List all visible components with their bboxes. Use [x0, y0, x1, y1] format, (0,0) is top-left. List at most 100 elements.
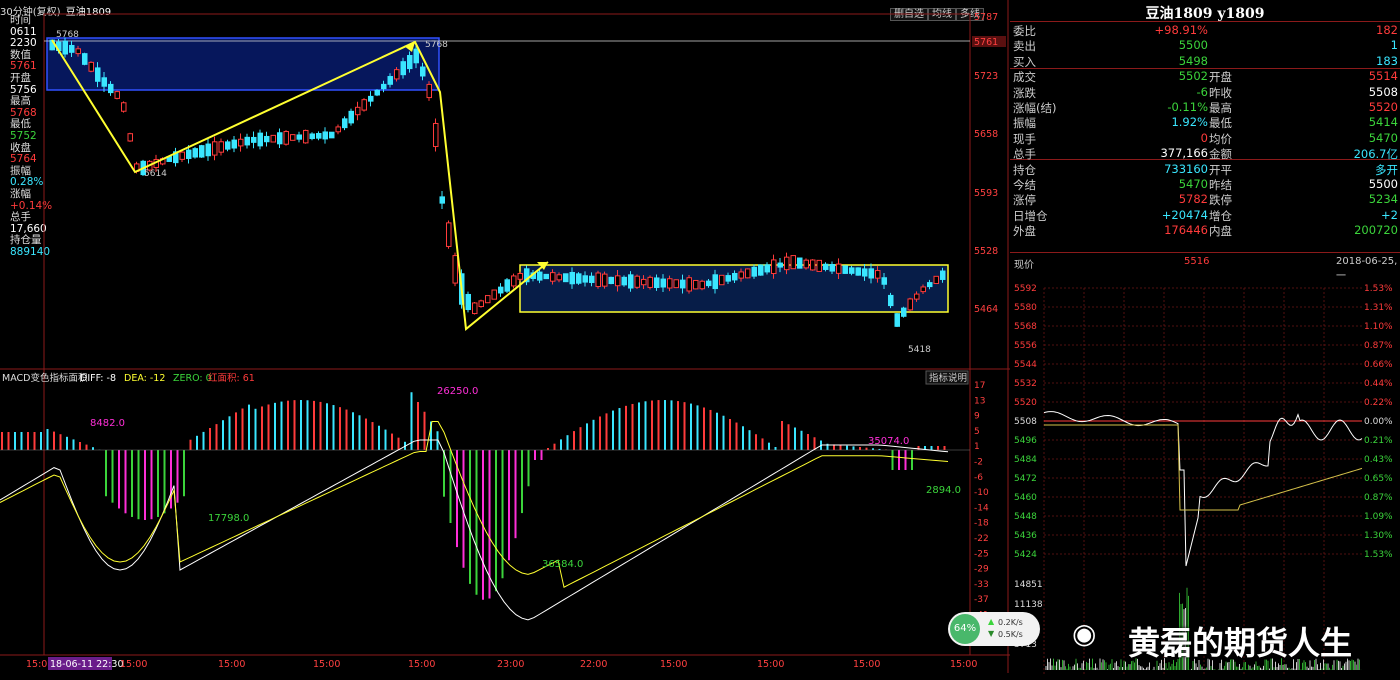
- macd-tick: 13: [974, 396, 985, 406]
- candle: [485, 295, 491, 304]
- quote-cell: 1: [1390, 38, 1398, 53]
- candle: [465, 293, 471, 311]
- candle: [862, 268, 868, 277]
- price-tick-current: 5761: [974, 37, 998, 48]
- candle: [277, 132, 283, 145]
- candle: [238, 138, 244, 147]
- candle: [82, 53, 88, 65]
- quote-row: 委比 +98.91% 182: [1010, 23, 1400, 38]
- quote-cell: 外盘: [1013, 224, 1036, 239]
- macd-tick: -29: [974, 565, 989, 575]
- candle: [322, 131, 328, 140]
- mini-pct-tick: 0.21%: [1364, 436, 1393, 446]
- candle: [868, 268, 874, 279]
- candle: [725, 275, 731, 282]
- candle: [576, 273, 582, 284]
- gauge-circle[interactable]: 64%: [950, 614, 980, 644]
- mini-pct-tick: 0.87%: [1364, 493, 1393, 503]
- quote-cell: 0: [1200, 130, 1208, 145]
- time-tick-cursor: 18-06-11 22:30: [50, 659, 124, 670]
- macd-histogram: [1, 392, 946, 600]
- candle: [621, 276, 627, 286]
- intraday-chart[interactable]: 现价 5516 2018-06-25,一 5592 1.53% 5580 1.31% 5…: [1010, 252, 1400, 674]
- candle: [381, 83, 387, 90]
- quote-cell: +98.91%: [1154, 23, 1209, 37]
- candle: [296, 134, 302, 140]
- current-price-label: 现价: [1014, 260, 1034, 271]
- mini-price-tick: 5472: [1014, 474, 1037, 484]
- mini-price-tick: 5484: [1014, 455, 1037, 465]
- candle: [914, 293, 920, 300]
- candle: [114, 91, 120, 99]
- time-tick: 15:00: [757, 659, 784, 670]
- mini-price-tick: 5520: [1014, 398, 1037, 408]
- mini-pct-tick: 1.30%: [1364, 531, 1393, 541]
- mini-pct-tick: 0.43%: [1364, 455, 1393, 465]
- candle: [712, 274, 718, 290]
- candle: [641, 278, 647, 286]
- candle: [504, 279, 510, 292]
- candle: [478, 300, 484, 308]
- candle: [426, 83, 432, 99]
- candle: [654, 277, 660, 289]
- candle: [699, 280, 705, 290]
- quote-cell: 5234: [1368, 192, 1398, 207]
- quote-cell: 182: [1376, 23, 1398, 37]
- macd-red-area: 红面积: 61: [208, 372, 255, 384]
- candle: [374, 89, 380, 96]
- intraday-price-line: [1043, 411, 1363, 567]
- candle: [751, 266, 757, 277]
- macd-header: MACD变色指标面积 DIFF: -8 DEA: -12 ZERO: 0 红面积…: [2, 372, 255, 384]
- quote-row: 涨停 5782 跌停 5234: [1010, 192, 1400, 207]
- candle: [231, 139, 237, 149]
- quote-cell: +20474: [1161, 207, 1208, 222]
- quote-row: 涨幅(结) -0.11% 最高 5520: [1010, 100, 1400, 115]
- macd-tick: -14: [974, 503, 989, 513]
- candle: [387, 76, 393, 85]
- quote-cell: 涨幅(结): [1013, 101, 1057, 115]
- chart-canvas[interactable]: 5768 5768 5614 5418 5787 5761 5723 5658 …: [0, 0, 1010, 673]
- area-label: 36584.0: [542, 559, 583, 570]
- macd-tick: -22: [974, 534, 989, 544]
- candle: [797, 257, 803, 269]
- quote-cell: 日增仓: [1013, 208, 1048, 223]
- candle: [329, 131, 335, 139]
- quote-cell: 176446: [1164, 223, 1208, 238]
- candle: [615, 275, 621, 287]
- candle: [121, 102, 127, 112]
- candle: [257, 132, 263, 147]
- quote-cell: 5502: [1178, 69, 1208, 84]
- macd-diff: DIFF: -8: [80, 373, 116, 384]
- mini-price-tick: 5544: [1014, 360, 1037, 370]
- candle: [420, 66, 426, 77]
- candle: [608, 276, 614, 285]
- candle: [439, 196, 445, 204]
- candle: [907, 298, 913, 311]
- candle: [283, 131, 289, 145]
- candle: [849, 267, 855, 274]
- candle: [446, 222, 452, 247]
- candle: [348, 110, 354, 124]
- quote-cell: -0.11%: [1167, 100, 1208, 114]
- weibo-icon: ◉: [1072, 617, 1097, 650]
- quote-cell: 5514: [1368, 69, 1398, 84]
- candle: [901, 307, 907, 317]
- candle: [927, 282, 933, 288]
- candle: [933, 275, 939, 285]
- candle: [582, 275, 588, 283]
- quote-cell: 5520: [1368, 100, 1398, 114]
- time-axis: 15:00 18-06-11 22:30 15:00 15:00 15:00 1…: [26, 657, 977, 670]
- quote-cell: 最低: [1209, 116, 1232, 131]
- quote-cell: 内盘: [1209, 224, 1232, 239]
- quote-cell: 5500: [1178, 38, 1208, 53]
- candle: [764, 264, 770, 273]
- candle: [784, 256, 790, 271]
- price-tick: 5787: [974, 12, 998, 23]
- candle: [88, 61, 94, 72]
- candle: [686, 277, 692, 292]
- quote-cell: 开盘: [1209, 70, 1232, 85]
- quote-row: 成交 5502 开盘 5514: [1010, 69, 1400, 84]
- candle: [667, 278, 673, 289]
- candle: [361, 99, 367, 111]
- candle: [303, 129, 309, 144]
